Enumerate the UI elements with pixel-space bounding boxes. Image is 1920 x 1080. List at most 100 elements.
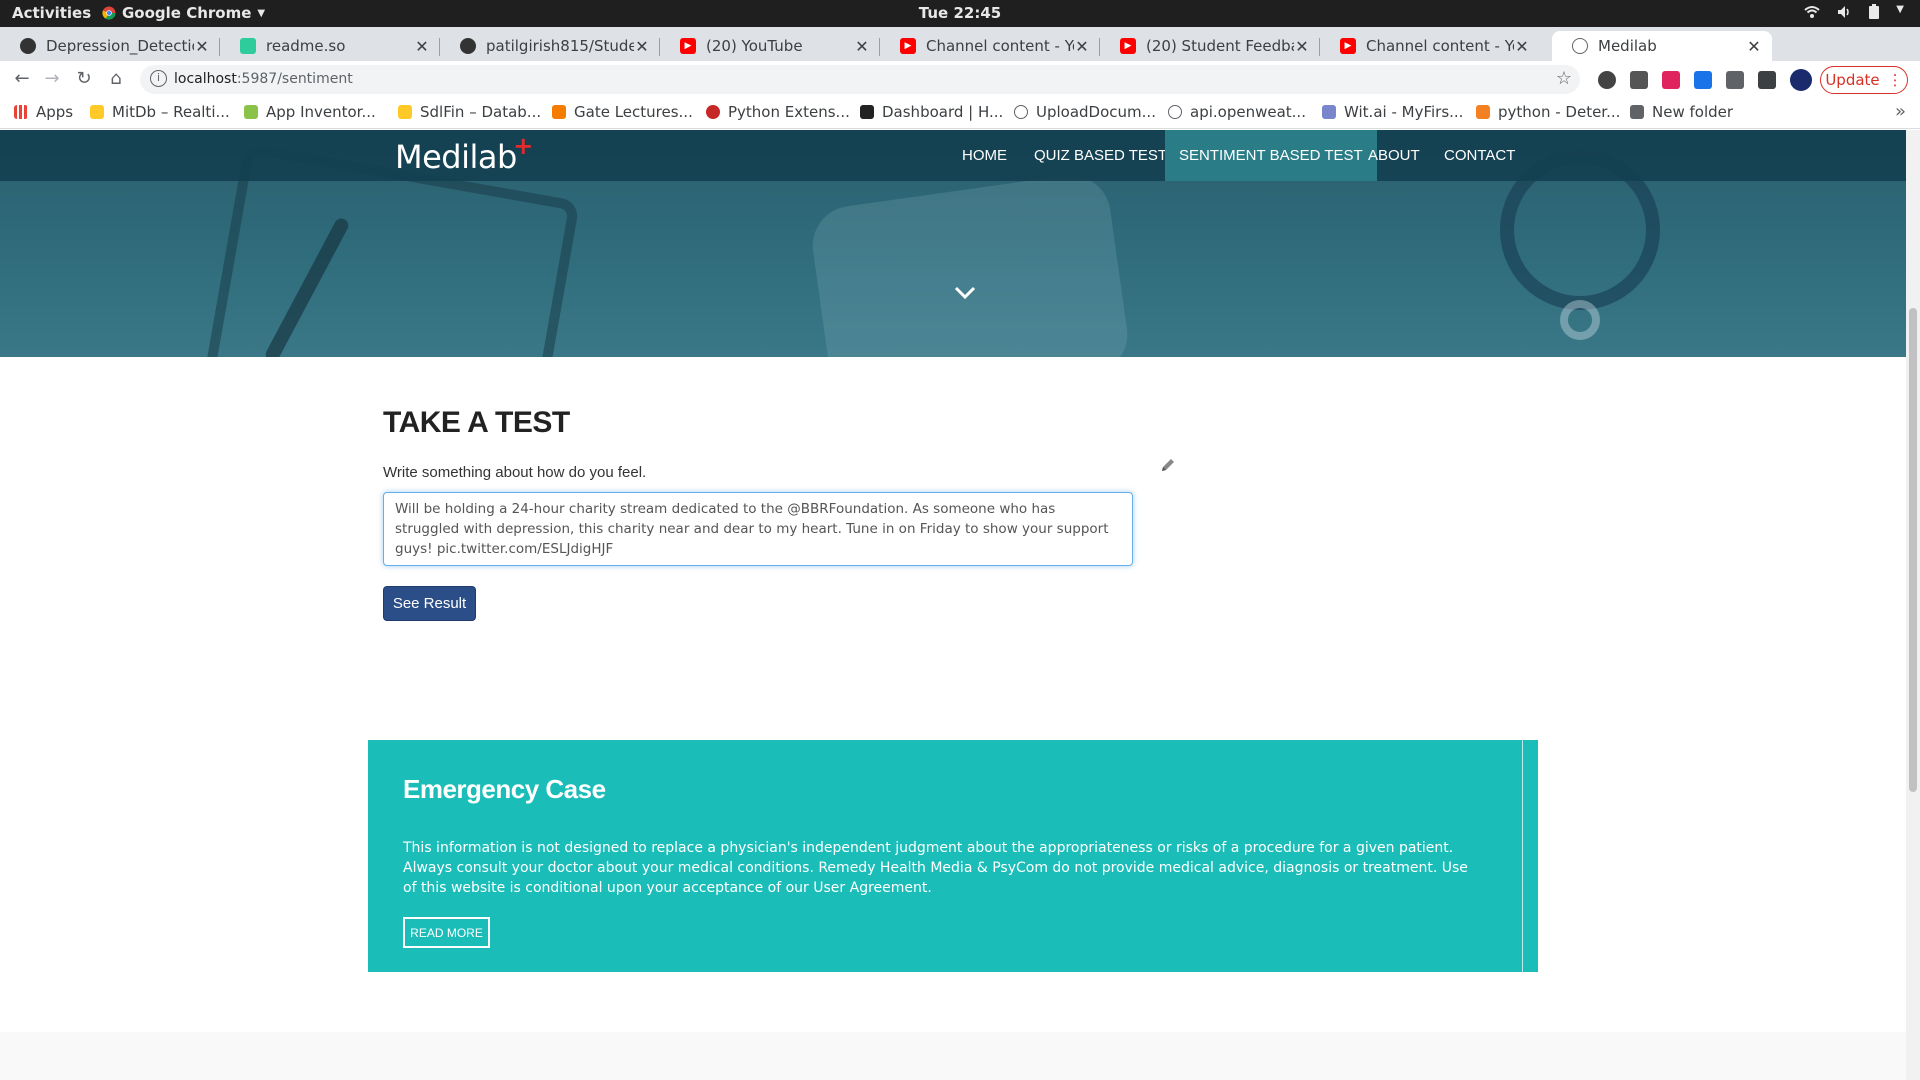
tab-strip: Depression_Detection ✕ readme.so ✕ patil… bbox=[0, 27, 1920, 82]
page-scrollbar[interactable] bbox=[1906, 130, 1920, 1080]
bookmarks-bar: Apps MitDb – Realti... App Inventor... S… bbox=[0, 97, 1920, 129]
bookmark-label: Gate Lectures... bbox=[574, 103, 693, 121]
wit-icon bbox=[1322, 105, 1336, 119]
bookmark-item[interactable]: Apps bbox=[14, 103, 73, 121]
feeling-prompt-label: Write something about how do you feel. bbox=[383, 464, 647, 481]
site-navbar: Medilab + HOME QUIZ BASED TEST SENTIMENT … bbox=[0, 130, 1906, 181]
tab-title: Channel content - YouT bbox=[926, 37, 1074, 55]
bookmark-label: New folder bbox=[1652, 103, 1734, 121]
browser-tab[interactable]: ▶ (20) YouTube ✕ bbox=[660, 31, 880, 61]
bookmarks-overflow-icon[interactable]: » bbox=[1895, 101, 1906, 122]
puzzle-extensions-icon[interactable] bbox=[1726, 71, 1744, 89]
download-extension-icon[interactable] bbox=[1694, 71, 1712, 89]
forward-arrow-icon[interactable]: → bbox=[40, 67, 64, 91]
url-host: localhost bbox=[174, 71, 237, 87]
nav-sentiment-based-test[interactable]: SENTIMENT BASED TEST bbox=[1165, 130, 1377, 181]
bookmark-item[interactable]: Dashboard | H... bbox=[860, 103, 1003, 121]
profile-avatar[interactable] bbox=[1790, 69, 1812, 91]
tab-title: Channel content - YouT bbox=[1366, 37, 1514, 55]
home-icon[interactable]: ⌂ bbox=[104, 67, 128, 91]
site-info-icon[interactable]: i bbox=[150, 70, 167, 87]
gate-icon bbox=[552, 105, 566, 119]
back-arrow-icon[interactable]: ← bbox=[10, 67, 34, 91]
panel-divider bbox=[1522, 740, 1523, 972]
tab-close-icon[interactable]: ✕ bbox=[1514, 37, 1530, 56]
bookmark-item[interactable]: api.openweat... bbox=[1168, 103, 1306, 121]
os-top-bar: Activities Google Chrome ▼ Tue 22:45 ▼ bbox=[0, 0, 1920, 27]
logo-plus-mark: + bbox=[513, 132, 533, 160]
site-logo[interactable]: Medilab + bbox=[395, 132, 533, 176]
page-title: TAKE A TEST bbox=[383, 406, 570, 439]
nav-home[interactable]: HOME bbox=[948, 130, 1021, 181]
bookmark-item[interactable]: SdlFin – Datab... bbox=[398, 103, 541, 121]
tab-close-icon[interactable]: ✕ bbox=[1746, 37, 1762, 56]
readme-icon bbox=[240, 38, 256, 54]
clock[interactable]: Tue 22:45 bbox=[0, 4, 1920, 22]
browser-tab-active[interactable]: Medilab ✕ bbox=[1552, 31, 1772, 61]
update-button[interactable]: Update ⋮ bbox=[1820, 66, 1908, 94]
browser-tab[interactable]: ▶ (20) Student Feedback ✕ bbox=[1100, 31, 1320, 61]
address-url[interactable]: localhost:5987/sentiment bbox=[174, 71, 353, 87]
browser-toolbar: ← → ↻ ⌂ i localhost:5987/sentiment ☆ Upd… bbox=[0, 61, 1920, 97]
bookmark-item[interactable]: Wit.ai - MyFirs... bbox=[1322, 103, 1463, 121]
bookmark-label: python - Deter... bbox=[1498, 103, 1621, 121]
stackoverflow-icon bbox=[1476, 105, 1490, 119]
address-bar[interactable]: i localhost:5987/sentiment ☆ bbox=[140, 65, 1580, 94]
tab-close-icon[interactable]: ✕ bbox=[1074, 37, 1090, 56]
tab-close-icon[interactable]: ✕ bbox=[634, 37, 650, 56]
globe-icon bbox=[1572, 38, 1588, 54]
emergency-title: Emergency Case bbox=[403, 774, 606, 804]
hero-stethoscope-head-shape bbox=[1560, 300, 1600, 340]
nav-quiz-based-test[interactable]: QUIZ BASED TEST bbox=[1020, 130, 1181, 181]
scrollbar-thumb[interactable] bbox=[1909, 308, 1917, 792]
read-more-button[interactable]: READ MORE bbox=[403, 917, 490, 948]
youtube-icon: ▶ bbox=[1340, 38, 1356, 54]
volume-icon bbox=[1838, 6, 1850, 18]
firebase-icon bbox=[90, 105, 104, 119]
chevron-down-icon[interactable] bbox=[953, 280, 977, 304]
hero-hands-shape bbox=[807, 170, 1133, 357]
tab-close-icon[interactable]: ✕ bbox=[194, 37, 210, 56]
browser-tab[interactable]: patilgirish815/Student ✕ bbox=[440, 31, 660, 61]
bookmark-label: App Inventor... bbox=[266, 103, 376, 121]
feeling-textarea[interactable]: Will be holding a 24-hour charity stream… bbox=[383, 492, 1133, 566]
tab-close-icon[interactable]: ✕ bbox=[854, 37, 870, 56]
wifi-icon bbox=[1804, 6, 1820, 18]
footer-strip bbox=[0, 1032, 1906, 1080]
kebab-menu-icon: ⋮ bbox=[1887, 71, 1903, 89]
reload-icon[interactable]: ↻ bbox=[72, 67, 96, 91]
browser-tab[interactable]: readme.so ✕ bbox=[220, 31, 440, 61]
bookmark-item[interactable]: App Inventor... bbox=[244, 103, 376, 121]
browser-tab[interactable]: ▶ Channel content - YouT ✕ bbox=[1320, 31, 1540, 61]
bookmark-item[interactable]: MitDb – Realti... bbox=[90, 103, 230, 121]
youtube-icon: ▶ bbox=[680, 38, 696, 54]
globe-icon bbox=[1168, 105, 1182, 119]
bookmark-star-icon[interactable]: ☆ bbox=[1556, 68, 1572, 89]
bookmark-item[interactable]: UploadDocum... bbox=[1014, 103, 1156, 121]
tab-close-icon[interactable]: ✕ bbox=[414, 37, 430, 56]
bookmark-label: Python Extens... bbox=[728, 103, 850, 121]
pencil-icon[interactable] bbox=[1160, 457, 1176, 473]
tab-title: Medilab bbox=[1598, 37, 1657, 55]
bookmark-item[interactable]: Python Extens... bbox=[706, 103, 850, 121]
see-result-button[interactable]: See Result bbox=[383, 586, 476, 621]
bookmark-label: UploadDocum... bbox=[1036, 103, 1156, 121]
bookmark-label: Dashboard | H... bbox=[882, 103, 1004, 121]
nav-contact[interactable]: CONTACT bbox=[1430, 130, 1529, 181]
browser-tab[interactable]: Depression_Detection ✕ bbox=[0, 31, 220, 61]
reading-list-icon[interactable] bbox=[1758, 71, 1776, 89]
bookmark-item[interactable]: Gate Lectures... bbox=[552, 103, 693, 121]
tab-title: (20) Student Feedback bbox=[1146, 37, 1294, 55]
bookmark-item[interactable]: python - Deter... bbox=[1476, 103, 1620, 121]
globe-icon bbox=[1014, 105, 1028, 119]
system-tray[interactable]: ▼ bbox=[1804, 4, 1904, 20]
tab-close-icon[interactable]: ✕ bbox=[1294, 37, 1310, 56]
extension-icon[interactable] bbox=[1598, 71, 1616, 89]
extension-icon[interactable] bbox=[1662, 71, 1680, 89]
nav-about[interactable]: ABOUT bbox=[1354, 130, 1434, 181]
bookmark-label: SdlFin – Datab... bbox=[420, 103, 542, 121]
bookmark-item[interactable]: New folder bbox=[1630, 103, 1733, 121]
selenium-extension-icon[interactable] bbox=[1630, 71, 1648, 89]
browser-tab[interactable]: ▶ Channel content - YouT ✕ bbox=[880, 31, 1100, 61]
python-ext-icon bbox=[706, 105, 720, 119]
